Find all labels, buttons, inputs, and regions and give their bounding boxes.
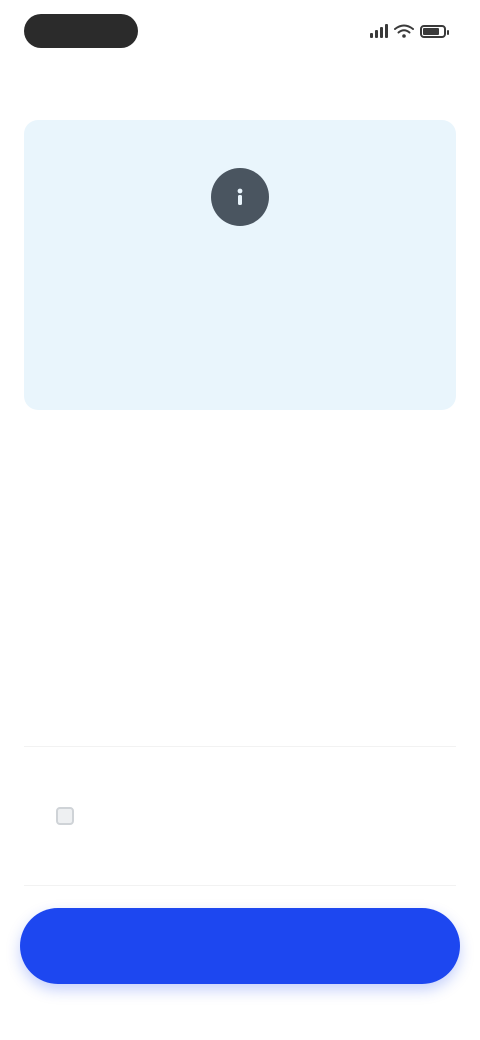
info-glyph-icon xyxy=(237,188,243,205)
title-bar xyxy=(0,66,480,106)
option-row[interactable] xyxy=(24,746,456,886)
card-body xyxy=(50,318,430,384)
info-card xyxy=(24,120,456,410)
option-checkbox[interactable] xyxy=(56,807,74,825)
status-time xyxy=(24,14,138,48)
battery-icon xyxy=(420,24,449,38)
info-icon xyxy=(211,168,269,226)
battery-fill xyxy=(423,27,439,35)
wifi-icon xyxy=(394,24,414,38)
status-bar xyxy=(0,0,480,64)
primary-button[interactable] xyxy=(20,908,460,984)
status-icons xyxy=(370,20,449,42)
signal-icon xyxy=(370,24,388,38)
